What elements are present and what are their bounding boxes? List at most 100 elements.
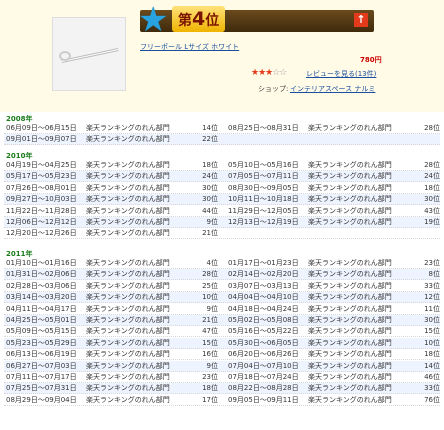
ranking-entry: 07月05日～07月11日 楽天ランキングのれん部門 24位 xyxy=(228,171,442,182)
ranking-position: 33位 xyxy=(424,281,440,290)
ranking-entry: 01月31日～02月06日 楽天ランキングのれん部門 28位 xyxy=(6,269,224,280)
ranking-row: 09月27日～10月03日 楽天ランキングのれん部門 30位 10月11日～10月18… xyxy=(4,194,440,206)
ranking-dates: 09月05日～09月11日 xyxy=(228,395,299,404)
ranking-row: 07月26日～08月01日 楽天ランキングのれん部門 30位 08月30日～09月05… xyxy=(4,183,440,194)
ranking-category: 楽天ランキングのれん部門 xyxy=(308,218,392,226)
ranking-entry: 02月14日～02月20日 楽天ランキングのれん部門 8位 xyxy=(228,269,442,280)
ranking-category: 楽天ランキングのれん部門 xyxy=(86,361,170,370)
ranking-position: 24位 xyxy=(202,172,218,181)
ranking-category: 楽天ランキングのれん部門 xyxy=(86,183,170,192)
ranking-category: 楽天ランキングのれん部門 xyxy=(86,304,170,313)
ranking-dates: 03月14日～03月20日 xyxy=(6,293,77,302)
ranking-position: 9位 xyxy=(206,361,218,370)
ranking-position: 30位 xyxy=(202,195,218,204)
ranking-position: 76位 xyxy=(424,395,440,404)
ranking-category: 楽天ランキングのれん部門 xyxy=(308,395,392,404)
rank-number: 4 xyxy=(192,8,206,30)
ranking-entry: 06月09日～06月15日 楽天ランキングのれん部門 14位 xyxy=(6,123,224,134)
ranking-entry: 12月20日～12月26日 楽天ランキングのれん部門 21位 xyxy=(6,228,224,239)
ranking-entry: 08月22日～08月28日 楽天ランキングのれん部門 33位 xyxy=(228,383,442,394)
ranking-dates: 04月18日～04月24日 xyxy=(228,304,299,313)
ranking-category: 楽天ランキングのれん部門 xyxy=(308,124,392,132)
ranking-position: 28位 xyxy=(202,270,218,279)
ranking-category: 楽天ランキングのれん部門 xyxy=(308,195,392,204)
ranking-dates: 08月22日～08月28日 xyxy=(228,384,299,393)
ranking-entry: 01月17日～01月23日 楽天ランキングのれん部門 23位 xyxy=(228,258,442,269)
rank-suffix: 位 xyxy=(205,13,220,29)
ranking-position: 23位 xyxy=(424,259,440,267)
ranking-row: 06月09日～06月15日 楽天ランキングのれん部門 14位 08月25日～08月31… xyxy=(4,123,440,134)
ranking-dates: 12月13日～12月19日 xyxy=(228,218,299,226)
rank-up-arrow-icon: ↑ xyxy=(354,13,368,27)
ranking-category: 楽天ランキングのれん部門 xyxy=(308,350,392,359)
ranking-dates: 05月02日～05月08日 xyxy=(228,316,299,324)
ranking-dates: 08月29日～09月04日 xyxy=(6,395,77,404)
ranking-entry: 11月29日～12月05日 楽天ランキングのれん部門 43位 xyxy=(228,206,442,217)
ranking-category: 楽天ランキングのれん部門 xyxy=(86,281,170,290)
ranking-entry: 07月25日～07月31日 楽天ランキングのれん部門 18位 xyxy=(6,383,224,394)
ranking-position: 10位 xyxy=(202,293,218,302)
ranking-dates: 05月16日～05月22日 xyxy=(228,327,299,336)
ranking-position: 9位 xyxy=(206,304,218,313)
ranking-dates: 09月27日～10月03日 xyxy=(6,195,77,204)
ranking-entry: 05月23日～05月29日 楽天ランキングのれん部門 15位 xyxy=(6,338,224,349)
ranking-position: 18位 xyxy=(424,350,440,359)
ranking-dates: 07月11日～07月17日 xyxy=(6,373,77,381)
ranking-entry: 06月27日～07月03日 楽天ランキングのれん部門 9位 xyxy=(6,361,224,372)
ranking-dates: 04月25日～05月01日 xyxy=(6,316,77,324)
ranking-category: 楽天ランキングのれん部門 xyxy=(86,270,170,279)
ranking-category: 楽天ランキングのれん部門 xyxy=(308,373,392,381)
ranking-category: 楽天ランキングのれん部門 xyxy=(308,384,392,393)
ranking-row: 05月09日～05月15日 楽天ランキングのれん部門 47位 05月16日～05月22… xyxy=(4,326,440,338)
shop-name-link[interactable]: インテリアスペース ナルミ xyxy=(290,84,375,94)
ranking-entry: 09月05日～09月11日 楽天ランキングのれん部門 76位 xyxy=(228,395,442,406)
product-name-link[interactable]: フリーポール Lサイズ ホワイト xyxy=(140,42,239,52)
ranking-category: 楽天ランキングのれん部門 xyxy=(86,293,170,302)
ranking-category: 楽天ランキングのれん部門 xyxy=(308,172,392,181)
ranking-position: 10位 xyxy=(424,338,440,347)
shop-label: ショップ: xyxy=(258,85,289,93)
ranking-entry: 03月07日～03月13日 楽天ランキングのれん部門 33位 xyxy=(228,281,442,292)
ranking-dates: 02月28日～03月06日 xyxy=(6,281,77,290)
ranking-category: 楽天ランキングのれん部門 xyxy=(86,172,170,181)
ranking-position: 24位 xyxy=(424,172,440,181)
ranking-row: 02月28日～03月06日 楽天ランキングのれん部門 25位 03月07日～03月13… xyxy=(4,281,440,292)
ranking-position: 33位 xyxy=(424,384,440,393)
ranking-position: 30位 xyxy=(202,183,218,192)
ranking-row: 09月01日～09月07日 楽天ランキングのれん部門 22位 xyxy=(4,134,442,146)
ranking-dates: 05月17日～05月23日 xyxy=(6,172,77,181)
ranking-row: 07月25日～07月31日 楽天ランキングのれん部門 18位 08月22日～08月28… xyxy=(4,383,442,395)
product-thumbnail[interactable] xyxy=(52,17,126,91)
ranking-position: 19位 xyxy=(424,218,440,226)
ranking-position: 18位 xyxy=(202,161,218,169)
ranking-dates: 04月19日～04月25日 xyxy=(6,161,77,169)
ranking-dates: 11月29日～12月05日 xyxy=(228,206,299,215)
ranking-dates: 01月31日～02月06日 xyxy=(6,270,77,279)
ranking-entry: 07月18日～07月24日 楽天ランキングのれん部門 46位 xyxy=(228,372,442,383)
ranking-position: 43位 xyxy=(424,206,440,215)
ranking-dates: 08月25日～08月31日 xyxy=(228,124,299,132)
ranking-position: 44位 xyxy=(202,206,218,215)
rank-prefix: 第 xyxy=(178,13,192,29)
stars-filled: ★★★ xyxy=(251,68,273,78)
ranking-dates: 03月07日～03月13日 xyxy=(228,281,299,290)
ranking-entry: 12月13日～12月19日 楽天ランキングのれん部門 19位 xyxy=(228,217,442,228)
ranking-entry: 08月29日～09月04日 楽天ランキングのれん部門 17位 xyxy=(6,395,224,406)
ranking-category: 楽天ランキングのれん部門 xyxy=(86,384,170,393)
ranking-position: 14位 xyxy=(424,361,440,370)
ranking-category: 楽天ランキングのれん部門 xyxy=(86,350,170,359)
ranking-entry: 11月22日～11月28日 楽天ランキングのれん部門 44位 xyxy=(6,206,224,217)
ranking-position: 23位 xyxy=(202,373,218,381)
ranking-dates: 07月18日～07月24日 xyxy=(228,373,299,381)
review-link[interactable]: レビューを見る(13件) xyxy=(306,69,376,79)
ranking-position: 28位 xyxy=(424,124,440,132)
ranking-row: 08月29日～09月04日 楽天ランキングのれん部門 17位 09月05日～09月11… xyxy=(4,395,440,406)
ranking-category: 楽天ランキングのれん部門 xyxy=(308,293,392,302)
ranking-row: 01月10日～01月16日 楽天ランキングのれん部門 4位 01月17日～01月23日… xyxy=(4,258,440,269)
ranking-entry: 04月04日～04月10日 楽天ランキングのれん部門 12位 xyxy=(228,292,442,303)
ranking-category: 楽天ランキングのれん部門 xyxy=(86,195,170,204)
ranking-dates: 05月10日～05月16日 xyxy=(228,161,299,169)
ranking-dates: 07月25日～07月31日 xyxy=(6,384,77,393)
ranking-dates: 04月04日～04月10日 xyxy=(228,293,299,302)
ranking-entry xyxy=(228,134,442,145)
